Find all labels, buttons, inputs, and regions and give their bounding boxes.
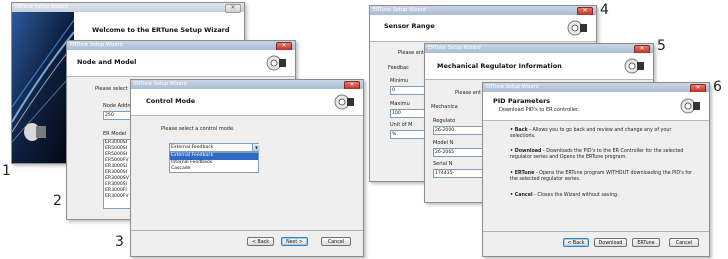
dropdown-option[interactable]: Cascade [170, 166, 258, 173]
back-button[interactable]: < Back [247, 237, 274, 246]
bullet-ertune: • ERTune - Opens the ERTune program WITH… [510, 171, 698, 183]
page-title: Node and Model [77, 58, 137, 66]
node-model-header: Node and Model [67, 50, 295, 77]
serial-number-field[interactable]: 174435- [433, 169, 488, 178]
list-item[interactable]: ER3000FV [104, 194, 130, 200]
callout-number: 3 [115, 234, 124, 250]
page-subtitle: Download PID's to ER controller. [499, 107, 580, 113]
bullet-text: - Allows you to go back and review and c… [510, 128, 672, 140]
model-number-label: Model N [433, 140, 454, 146]
regulator-logo-icon [265, 53, 287, 73]
window-title: ERTune Setup Wizard [373, 7, 426, 13]
bullet-key: • Back [510, 128, 528, 133]
regulator-label: Regulato [433, 118, 456, 124]
node-model-title-bar: ERTune Setup Wizard [67, 41, 295, 50]
mechanical-label: Mechanica [431, 104, 458, 110]
regulator-logo-icon [566, 18, 588, 38]
unit-label: Unit of M [390, 122, 413, 128]
serial-number-label: Serial N [433, 161, 453, 167]
page-title: PID Parameters [493, 97, 551, 105]
bullet-key: • Download [510, 149, 542, 154]
bullet-key: • ERTune [510, 171, 535, 176]
bullet-back: • Back - Allows you to go back and revie… [510, 128, 698, 140]
callout-number: 4 [600, 2, 609, 18]
bullet-text: - Closes the Wizard without saving. [532, 193, 619, 198]
mechanical-regulator-title-bar: ERTune Setup Wizard [425, 44, 653, 53]
welcome-title-bar: ERTune Setup Wizard [12, 3, 244, 12]
pid-parameters-header: PID Parameters Download PID's to ER cont… [483, 92, 709, 121]
minimum-label: Minimu [390, 78, 409, 84]
callout-number: 6 [713, 79, 722, 95]
regulator-logo-icon [679, 96, 701, 116]
maximum-label: Maximu [390, 101, 410, 107]
ertune-button[interactable]: ERTune [632, 238, 660, 247]
pid-parameters-window: ERTune Setup Wizard ✕ PID Parameters Dow… [482, 82, 710, 257]
regulator-logo-icon [623, 56, 645, 76]
regulator-field[interactable]: 26-2000 [433, 126, 488, 135]
er-model-list[interactable]: ER3000SI ER5000SI ER5000SI ER5000FV ER30… [103, 139, 131, 209]
prompt-text: Please ent [398, 50, 425, 56]
window-title: ERTune Setup Wizard [428, 45, 481, 51]
window-title: ERTune Setup Wizard [134, 81, 187, 87]
bullet-key: • Cancel [510, 193, 533, 198]
bullet-text: - Opens the ERTune program WITHOUT downl… [510, 171, 693, 183]
bullet-download: • Download - Downloads the PID's to the … [510, 149, 698, 161]
cancel-button[interactable]: Cancel [321, 237, 351, 246]
node-address-field[interactable]: 250 [103, 111, 131, 120]
prompt-text: Please select a control mode. [161, 126, 235, 132]
download-button[interactable]: Download [594, 238, 627, 247]
control-mode-select[interactable]: External Feedback [169, 143, 259, 152]
page-title: Sensor Range [384, 22, 435, 30]
control-mode-title-bar: ERTune Setup Wizard [131, 80, 363, 89]
regulator-logo-icon [333, 92, 355, 112]
callout-number: 5 [657, 38, 666, 54]
control-mode-window: ERTune Setup Wizard ✕ Control Mode Pleas… [130, 79, 364, 257]
page-title: Control Mode [146, 97, 196, 105]
pid-parameters-title-bar: ERTune Setup Wizard [483, 83, 709, 92]
welcome-heading: Welcome to the ERTune Setup Wizard [92, 26, 230, 34]
selected-value: External Feedback [171, 145, 214, 150]
feedback-label: Feedbac [388, 65, 409, 71]
control-mode-dropdown: External Feedback Internal Feedback Casc… [169, 152, 259, 173]
mechanical-regulator-header: Mechanical Regulator Information [425, 53, 653, 80]
window-title: ERTune Setup Wizard [486, 84, 539, 90]
callout-number: 2 [53, 193, 62, 209]
window-title: ERTune Setup Wizard [15, 4, 68, 10]
close-icon[interactable]: ✕ [225, 4, 241, 13]
sensor-range-header: Sensor Range [370, 15, 596, 42]
page-title: Mechanical Regulator Information [437, 62, 562, 70]
callout-number: 1 [2, 163, 11, 179]
chevron-down-icon[interactable]: ▼ [252, 144, 260, 151]
window-title: ERTune Setup Wizard [70, 42, 123, 48]
er-model-label: ER Model [103, 131, 127, 137]
back-button[interactable]: < Back [563, 238, 589, 247]
next-button[interactable]: Next > [281, 237, 308, 246]
welcome-banner-graphic [12, 12, 74, 163]
prompt-text: Please ent [455, 90, 482, 96]
control-mode-header: Control Mode [131, 89, 363, 116]
cancel-button[interactable]: Cancel [669, 238, 699, 247]
prompt-text: Please select [95, 86, 128, 92]
sensor-range-title-bar: ERTune Setup Wizard [370, 6, 596, 15]
node-address-label: Node Addre [103, 103, 133, 109]
bullet-cancel: • Cancel - Closes the Wizard without sav… [510, 193, 698, 199]
model-number-field[interactable]: 26-2065 [433, 148, 488, 157]
